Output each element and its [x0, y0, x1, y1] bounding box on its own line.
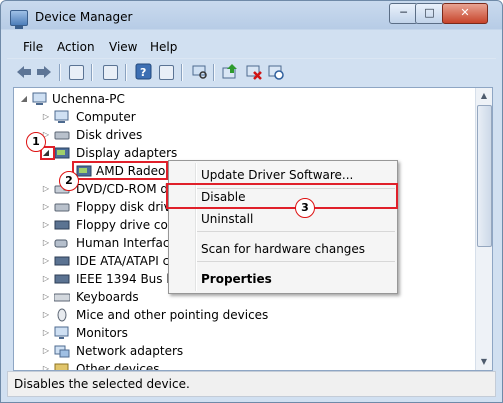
tree-item-other-devices[interactable]: ▷ Other devices — [42, 360, 242, 371]
tree-item-label: Computer — [76, 110, 136, 124]
menu-action[interactable]: Action — [57, 40, 95, 54]
hid-icon — [54, 239, 68, 248]
expand-arrow-icon[interactable]: ▷ — [42, 360, 50, 370]
window-title: Device Manager — [35, 10, 133, 24]
menu-separator — [197, 231, 395, 232]
back-arrow-icon[interactable] — [15, 63, 33, 81]
highlight-disable-option — [166, 183, 398, 209]
toolbar: ? — [7, 58, 496, 86]
menu-help[interactable]: Help — [150, 40, 177, 54]
scroll-up-icon[interactable]: ▲ — [476, 88, 492, 104]
tree-item-label: Human Interface — [76, 236, 177, 250]
tree-root-label: Uchenna-PC — [52, 92, 125, 106]
tree-root[interactable]: ◢ Uchenna-PC — [20, 90, 220, 108]
other-devices-icon — [54, 363, 69, 370]
expand-arrow-icon[interactable]: ▷ — [42, 342, 50, 360]
expand-arrow-icon[interactable]: ▷ — [42, 198, 50, 216]
keyboard-icon — [54, 293, 70, 302]
expand-arrow-icon[interactable]: ▷ — [42, 288, 50, 306]
mouse-icon — [57, 308, 67, 322]
expand-arrow-icon[interactable]: ▷ — [42, 306, 50, 324]
callout-3: 3 — [295, 198, 315, 218]
computer-icon — [32, 92, 47, 105]
disk-drive-icon — [54, 131, 70, 140]
menu-item-uninstall[interactable]: Uninstall — [201, 210, 253, 228]
display-adapter-icon — [54, 147, 70, 159]
expand-arrow-icon[interactable]: ▷ — [42, 180, 50, 198]
menu-file[interactable]: File — [23, 40, 43, 54]
toolbar-separator — [213, 64, 215, 81]
monitor-icon — [54, 326, 69, 339]
tree-item-label: DVD/CD-ROM di — [76, 182, 172, 196]
toolbar-separator — [59, 64, 61, 81]
toolbar-separator — [181, 64, 183, 81]
tree-item-label: IDE ATA/ATAPI co — [76, 254, 177, 268]
status-text: Disables the selected device. — [14, 377, 190, 391]
floppy-drive-icon — [54, 203, 70, 212]
properties-icon[interactable] — [101, 63, 119, 81]
menu-item-properties[interactable]: Properties — [201, 270, 272, 288]
menu-item-update-driver[interactable]: Update Driver Software... — [201, 166, 353, 184]
callout-1: 1 — [26, 132, 46, 152]
tree-item-label: Display adapters — [76, 146, 178, 160]
tree-item-label: Disk drives — [76, 128, 143, 142]
tree-item-monitors[interactable]: ▷ Monitors — [42, 324, 242, 342]
tree-item-disk-drives[interactable]: ▷ Disk drives — [42, 126, 242, 144]
close-button[interactable]: ✕ — [442, 3, 488, 24]
computer-icon — [54, 110, 69, 123]
toolbar-separator — [125, 64, 127, 81]
expand-arrow-icon[interactable]: ▷ — [42, 324, 50, 342]
vertical-scrollbar[interactable]: ▲ ▼ — [475, 88, 492, 370]
tree-item-label: Monitors — [76, 326, 128, 340]
tree-item-label: IEEE 1394 Bus ho — [76, 272, 182, 286]
context-menu: Update Driver Software... Disable Uninst… — [168, 160, 398, 294]
callout-2: 2 — [59, 171, 79, 191]
toolbar-separator — [91, 64, 93, 81]
tree-item-label: Floppy disk drive — [76, 200, 179, 214]
tree-item-computer[interactable]: ▷ Computer — [42, 108, 242, 126]
expand-arrow-icon[interactable]: ▷ — [42, 270, 50, 288]
ide-controller-icon — [54, 256, 70, 266]
ieee-1394-icon — [54, 274, 70, 284]
maximize-button[interactable]: □ — [415, 3, 444, 24]
computer-view-icon[interactable] — [157, 63, 175, 81]
scrollbar-thumb[interactable] — [477, 105, 492, 247]
expand-arrow-icon[interactable]: ▷ — [42, 252, 50, 270]
highlight-amd-radeon — [72, 161, 168, 180]
tree-item-network-adapters[interactable]: ▷ Network adapters — [42, 342, 242, 360]
tree-item-label: Other devices — [76, 362, 160, 371]
menu-view[interactable]: View — [109, 40, 137, 54]
collapse-arrow-icon[interactable]: ◢ — [20, 90, 28, 108]
controller-icon — [54, 220, 70, 230]
scan-changes-icon[interactable] — [267, 63, 285, 81]
tree-item-label: Network adapters — [76, 344, 184, 358]
menu-bar: File Action View Help — [7, 37, 496, 57]
show-hide-tree-icon[interactable] — [67, 63, 85, 81]
tree-item-label: Mice and other pointing devices — [76, 308, 269, 322]
menu-item-scan-hardware[interactable]: Scan for hardware changes — [201, 240, 365, 258]
expand-arrow-icon[interactable]: ▷ — [42, 234, 50, 252]
expand-arrow-icon[interactable]: ▷ — [42, 216, 50, 234]
uninstall-icon[interactable] — [245, 63, 263, 81]
tree-item-label: Floppy drive con — [76, 218, 176, 232]
svg-text:?: ? — [140, 66, 146, 79]
status-bar: Disables the selected device. — [7, 371, 496, 397]
expand-arrow-icon[interactable]: ▷ — [42, 108, 50, 126]
tree-item-label: Keyboards — [76, 290, 139, 304]
forward-arrow-icon[interactable] — [35, 63, 53, 81]
title-bar: Device Manager ─ □ ✕ — [1, 1, 502, 37]
device-manager-icon — [10, 10, 28, 29]
scroll-down-icon[interactable]: ▼ — [476, 354, 492, 370]
menu-separator — [197, 261, 395, 262]
help-icon[interactable]: ? — [135, 63, 153, 81]
minimize-button[interactable]: ─ — [389, 3, 418, 24]
network-adapter-icon — [54, 345, 70, 358]
tree-item-mice[interactable]: ▷ Mice and other pointing devices — [42, 306, 302, 324]
update-driver-icon[interactable] — [221, 63, 239, 81]
scan-computer-icon[interactable] — [191, 63, 209, 81]
